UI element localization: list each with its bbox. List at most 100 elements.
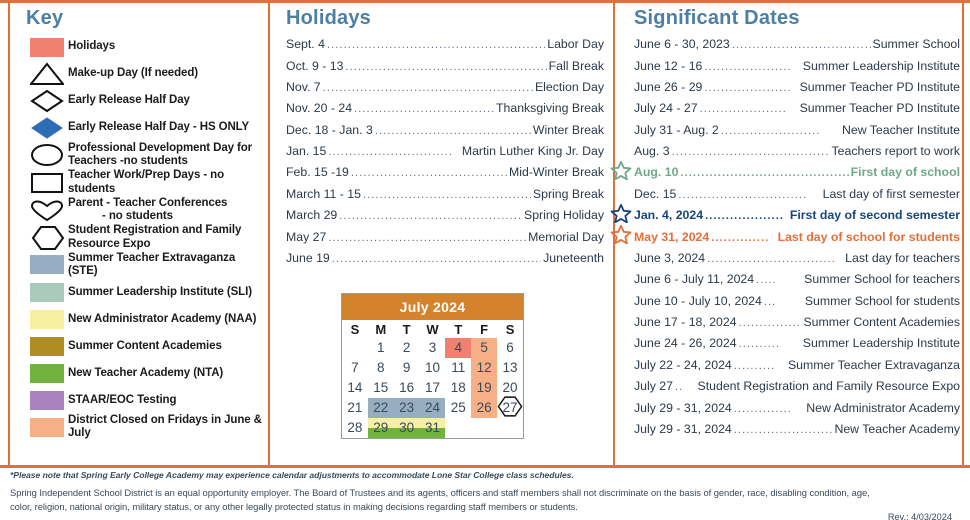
calendar-week-row: 21 22 23 24 25 26 27: [342, 396, 523, 418]
entry-label: Fall Break: [548, 58, 604, 73]
calendar-day-cell[interactable]: 23: [393, 398, 420, 418]
day-number: 16: [399, 380, 415, 395]
key-item: STAAR/EOC Testing: [22, 387, 264, 413]
calendar-day-cell[interactable]: 29: [367, 418, 394, 438]
key-item: Teacher Work/Prep Days - no students: [22, 169, 264, 195]
calendar-day-cell[interactable]: 24: [419, 398, 446, 418]
holiday-entry: Jan. 15.............................. Mar…: [286, 141, 604, 162]
significant-date-entry: June 12 - 16..................... Summer …: [634, 55, 960, 76]
calendar-day-cell[interactable]: 30: [393, 418, 420, 438]
calendar-day-cell[interactable]: 5: [471, 338, 498, 358]
dot-leader: ..............: [711, 232, 770, 244]
entry-date: June 6 - July 11, 2024: [634, 272, 755, 287]
calendar-day-cell[interactable]: 11: [445, 358, 471, 378]
day-number: [342, 338, 368, 358]
footer: *Please note that Spring Early College A…: [10, 470, 960, 520]
calendar-day-cell[interactable]: 17: [420, 378, 446, 398]
day-number: 31: [424, 420, 440, 435]
calendar-day-cell[interactable]: 9: [394, 358, 420, 378]
day-number: 14: [347, 380, 363, 395]
entry-label: New Administrator Academy: [806, 400, 960, 415]
significant-date-entry: June 26 - 29..................... Summer …: [634, 77, 960, 98]
calendar-day-cell[interactable]: 7: [342, 358, 368, 378]
calendar-day-cell[interactable]: 12: [471, 358, 498, 378]
column-rule-right: [962, 3, 964, 465]
calendar-day-cell[interactable]: 1: [368, 338, 394, 358]
significant-date-entry: Jan. 4, 2024................... First day…: [610, 203, 960, 226]
entry-label: Summer School: [872, 37, 960, 52]
entry-label: Summer Teacher PD Institute: [799, 101, 960, 116]
holiday-entry: Nov. 20 - 24............................…: [286, 98, 604, 119]
holiday-entry: May 27..................................…: [286, 226, 604, 247]
entry-label: Summer Leadership Institute: [802, 336, 960, 351]
calendar-day-cell[interactable]: 20: [497, 378, 523, 398]
filled-square-icon: [22, 388, 68, 412]
dot-leader: .....................................: [731, 40, 871, 52]
significant-date-entry: Dec. 15............................... La…: [634, 184, 960, 205]
key-item-label: Summer Content Academies: [68, 339, 222, 352]
day-number: 21: [347, 400, 363, 415]
calendar-day-cell[interactable]: 25: [445, 398, 471, 418]
day-number: 17: [424, 380, 440, 395]
dot-leader: ........................................…: [345, 61, 547, 73]
key-item: Make-up Day (If needed): [22, 61, 264, 87]
calendar-day-cell[interactable]: 31: [419, 418, 446, 438]
entry-date: June 12 - 16: [634, 58, 703, 73]
calendar-day-cell[interactable]: 14: [342, 378, 368, 398]
calendar-day-cell[interactable]: 4: [445, 338, 472, 358]
entry-label: Teachers report to work: [831, 144, 961, 159]
significant-date-entry: June 10 - July 10, 2024... Summer School …: [634, 291, 960, 312]
entry-date: June 17 - 18, 2024: [634, 315, 737, 330]
key-item-label: Parent - Teacher Conferences - no student…: [68, 196, 228, 223]
day-number: 10: [424, 360, 440, 375]
day-number: 28: [347, 420, 363, 435]
day-number: 24: [424, 400, 440, 415]
day-number: 12: [476, 360, 492, 375]
calendar-day-cell[interactable]: 18: [445, 378, 471, 398]
significant-date-entry: Aug. 3..................................…: [634, 141, 960, 162]
entry-label: Student Registration and Family Resource…: [697, 379, 960, 394]
calendar-weekday-header: SMTWTFS: [342, 320, 523, 338]
calendar-day-cell[interactable]: 27: [497, 396, 523, 418]
dot-leader: .......................................: [671, 147, 830, 159]
calendar-day-cell[interactable]: 3: [420, 338, 446, 358]
calendar-empty-cell: [445, 418, 471, 438]
calendar-day-cell[interactable]: 22: [367, 398, 394, 418]
day-number: 6: [506, 340, 514, 355]
dot-leader: .......................................: [374, 125, 531, 137]
calendar-day-cell[interactable]: 28: [342, 418, 368, 438]
calendar-day-cell[interactable]: 6: [497, 338, 523, 358]
calendar-day-cell[interactable]: 2: [394, 338, 420, 358]
key-item: District Closed on Fridays in June & Jul…: [22, 414, 264, 440]
calendar-day-cell[interactable]: 21: [342, 398, 368, 418]
entry-date: March 29: [286, 208, 338, 223]
entry-label: Juneteenth: [543, 250, 604, 265]
calendar-day-cell[interactable]: 16: [394, 378, 420, 398]
holidays-list: Sept. 4.................................…: [286, 34, 604, 269]
day-number: [445, 418, 471, 438]
day-number: 11: [451, 360, 466, 375]
significant-date-entry: June 6 - 30, 2023.......................…: [634, 34, 960, 55]
day-number: 13: [502, 360, 518, 375]
filled-square-icon: [22, 35, 68, 59]
calendar-day-cell[interactable]: 8: [368, 358, 394, 378]
calendar-day-cell[interactable]: 10: [420, 358, 446, 378]
holidays-title: Holidays: [286, 7, 371, 29]
day-number: 9: [402, 360, 411, 375]
calendar-day-cell[interactable]: 15: [368, 378, 394, 398]
day-number: 22: [373, 400, 389, 415]
entry-label: First day of school: [850, 165, 960, 180]
diamond-outline-icon: [22, 89, 68, 113]
filled-square-icon: [22, 307, 68, 331]
filled-square-icon: [22, 415, 68, 439]
calendar-day-cell[interactable]: 19: [471, 378, 498, 398]
calendar-day-cell[interactable]: 26: [471, 398, 498, 418]
dot-leader: ........................................…: [331, 253, 541, 265]
calendar-empty-cell: [471, 418, 497, 438]
bottom-divider-rule: [0, 465, 970, 468]
calendar-day-cell[interactable]: 13: [497, 358, 523, 378]
day-number: 5: [480, 340, 488, 355]
key-item-label: Student Registration and Family Resource…: [68, 224, 242, 250]
dot-leader: .....: [756, 275, 777, 287]
key-item: Early Release Half Day: [22, 88, 264, 114]
